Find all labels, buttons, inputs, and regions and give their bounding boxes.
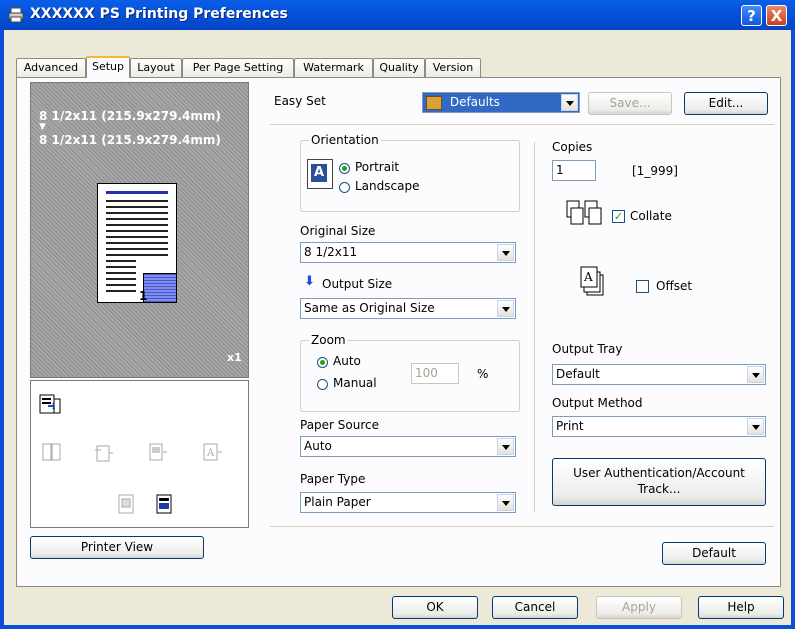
preview-output-size: 8 1/2x11 (215.9x279.4mm)	[39, 133, 221, 147]
zoom-value: 100	[415, 366, 438, 380]
output-size-value: Same as Original Size	[304, 301, 435, 315]
original-size-label: Original Size	[300, 224, 376, 238]
original-size-value: 8 1/2x11	[304, 245, 358, 259]
chevron-down-icon[interactable]	[497, 438, 514, 455]
zoom-group: Zoom Auto Manual 100 %	[300, 333, 520, 412]
tab-quality[interactable]: Quality	[373, 58, 425, 77]
preview-page-number: 1	[139, 289, 148, 303]
portrait-label[interactable]: Portrait	[355, 160, 399, 174]
copies-range: [1_999]	[632, 164, 678, 178]
collate-checkbox[interactable]: ✓	[612, 210, 625, 223]
printer-icons-box: A	[30, 380, 249, 528]
dialog-client: Advanced Setup Layout Per Page Setting W…	[4, 30, 791, 625]
zoom-manual-label[interactable]: Manual	[333, 376, 377, 390]
paper-source-label: Paper Source	[300, 418, 380, 432]
zoom-label: Zoom	[309, 333, 348, 347]
tab-per-page-setting[interactable]: Per Page Setting	[182, 58, 294, 77]
chevron-down-icon[interactable]	[497, 244, 514, 261]
edit-button[interactable]: Edit...	[684, 92, 768, 115]
orientation-preview: A	[307, 159, 333, 189]
output-tray-value: Default	[556, 367, 600, 381]
copies-value: 1	[556, 163, 564, 177]
output-size-label: Output Size	[322, 277, 393, 291]
chevron-down-icon[interactable]	[747, 366, 764, 383]
paper-source-dropdown[interactable]: Auto	[300, 436, 516, 457]
cover-page-icon	[118, 494, 134, 514]
easy-set-dropdown[interactable]: Defaults	[422, 92, 580, 113]
easy-set-value: Defaults	[449, 95, 500, 109]
collate-label[interactable]: Collate	[630, 209, 672, 223]
printer-icon	[8, 7, 24, 23]
paper-type-dropdown[interactable]: Plain Paper	[300, 492, 516, 513]
offset-label[interactable]: Offset	[656, 279, 692, 293]
default-button[interactable]: Default	[662, 542, 766, 565]
chevron-down-icon[interactable]	[497, 300, 514, 317]
preview-output-page	[143, 273, 177, 303]
portrait-page-icon: A	[311, 164, 327, 182]
zoom-manual-radio[interactable]	[317, 379, 328, 390]
preview-original-size: 8 1/2x11 (215.9x279.4mm)	[39, 109, 221, 123]
paper-source-value: Auto	[304, 439, 332, 453]
easy-set-label: Easy Set	[274, 94, 326, 108]
user-auth-line2: Track...	[637, 482, 681, 496]
output-tray-label: Output Tray	[552, 342, 623, 356]
offset-checkbox[interactable]	[636, 280, 649, 293]
landscape-label[interactable]: Landscape	[355, 179, 419, 193]
user-authentication-button[interactable]: User Authentication/Account Track...	[552, 458, 766, 506]
zoom-value-spinner[interactable]: 100	[411, 363, 459, 384]
output-tray-dropdown[interactable]: Default	[552, 364, 766, 385]
tab-watermark[interactable]: Watermark	[294, 58, 373, 77]
easy-set-icon	[426, 95, 442, 110]
zoom-unit: %	[477, 367, 489, 381]
chevron-down-icon[interactable]	[561, 94, 578, 111]
output-method-label: Output Method	[552, 396, 643, 410]
arrow-down-icon: ⬇	[304, 274, 315, 289]
help-button[interactable]: Help	[698, 596, 784, 619]
tab-advanced[interactable]: Advanced	[16, 58, 86, 77]
apply-button[interactable]: Apply	[596, 596, 682, 619]
printing-preferences-window: XXXXXX PS Printing Preferences ? X Advan…	[0, 0, 795, 629]
tab-setup[interactable]: Setup	[86, 56, 130, 78]
booklet-icon: A	[203, 443, 222, 461]
original-size-dropdown[interactable]: 8 1/2x11	[300, 242, 516, 263]
save-button[interactable]: Save...	[588, 92, 672, 115]
copies-spinner[interactable]: 1	[552, 160, 596, 181]
chevron-down-icon[interactable]	[497, 494, 514, 511]
paper-type-label: Paper Type	[300, 472, 366, 486]
svg-text:A: A	[206, 448, 215, 459]
printer-view-button[interactable]: Printer View	[30, 536, 204, 559]
title-bar[interactable]: XXXXXX PS Printing Preferences ? X	[0, 0, 795, 30]
cancel-button[interactable]: Cancel	[492, 596, 578, 619]
output-method-value: Print	[556, 419, 584, 433]
paper-preview: 8 1/2x11 (215.9x279.4mm) ▼ 8 1/2x11 (215…	[30, 82, 249, 378]
punch-icon	[149, 443, 167, 461]
offset-icon: A	[580, 266, 604, 296]
tab-layout[interactable]: Layout	[130, 58, 182, 77]
zoom-auto-label[interactable]: Auto	[333, 354, 361, 368]
help-title-button[interactable]: ?	[741, 5, 762, 26]
staple-icon	[95, 445, 113, 462]
printer-tray-icon	[39, 394, 61, 414]
landscape-radio[interactable]	[339, 182, 350, 193]
close-button[interactable]: X	[766, 5, 787, 26]
collate-icon	[566, 200, 602, 225]
chevron-down-icon[interactable]	[747, 418, 764, 435]
output-size-dropdown[interactable]: Same as Original Size	[300, 298, 516, 319]
user-auth-line1: User Authentication/Account	[573, 466, 745, 480]
preview-copies-mark: x1	[227, 351, 242, 364]
preview-arrow: ▼	[39, 122, 46, 132]
output-method-dropdown[interactable]: Print	[552, 416, 766, 437]
portrait-radio[interactable]	[339, 163, 350, 174]
orientation-label: Orientation	[309, 133, 381, 147]
copies-label: Copies	[552, 140, 593, 154]
tab-version[interactable]: Version	[425, 58, 481, 77]
orientation-group: Orientation A Portrait Landscape	[300, 133, 520, 212]
duplex-icon	[42, 443, 61, 461]
barcode-page-icon	[156, 494, 172, 514]
svg-text:A: A	[583, 270, 593, 284]
zoom-auto-radio[interactable]	[317, 357, 328, 368]
window-title: XXXXXX PS Printing Preferences	[30, 6, 288, 22]
paper-type-value: Plain Paper	[304, 495, 371, 509]
ok-button[interactable]: OK	[392, 596, 478, 619]
